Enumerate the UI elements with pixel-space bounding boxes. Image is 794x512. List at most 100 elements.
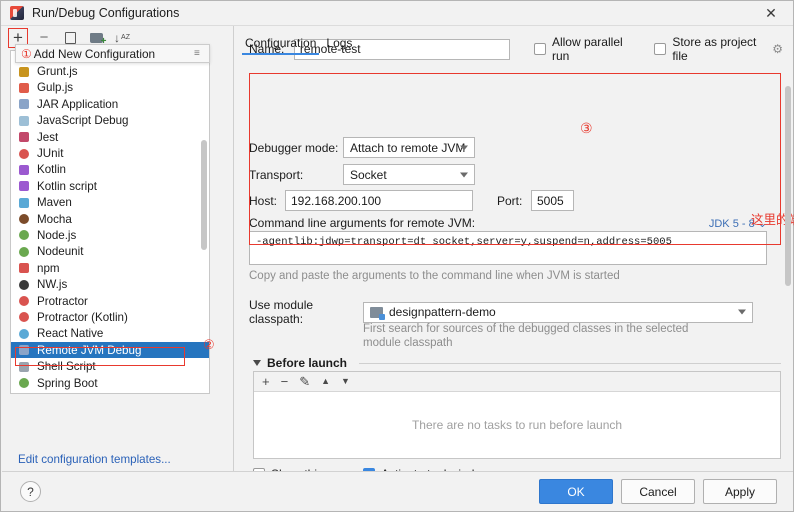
- add-task-button[interactable]: +: [262, 375, 270, 388]
- list-item[interactable]: JUnit: [11, 145, 209, 161]
- list-item[interactable]: React Native: [11, 326, 209, 342]
- protractor-kotlin-icon: [17, 311, 31, 324]
- module-classpath-hint-line1: First search for sources of the debugged…: [363, 323, 688, 335]
- list-item-label: Grunt.js: [37, 65, 78, 78]
- edit-configuration-templates-link[interactable]: Edit configuration templates...: [18, 453, 171, 466]
- list-item[interactable]: Spring Boot: [11, 375, 209, 391]
- tab-configuration[interactable]: Configuration: [245, 36, 316, 55]
- editor-scrollbar-thumb[interactable]: [785, 86, 791, 286]
- chevron-down-icon: [460, 145, 468, 150]
- jest-icon: [17, 131, 31, 144]
- configuration-type-list[interactable]: GroovyGrunt.jsGulp.jsJAR ApplicationJava…: [10, 50, 210, 394]
- module-classpath-value: designpattern-demo: [389, 305, 496, 319]
- list-item[interactable]: Nodeunit: [11, 244, 209, 260]
- list-item[interactable]: Remote JVM Debug: [11, 342, 209, 358]
- allow-parallel-run-checkbox[interactable]: [534, 43, 546, 55]
- module-classpath-select[interactable]: designpattern-demo: [363, 302, 753, 323]
- list-item[interactable]: Jest: [11, 129, 209, 145]
- allow-parallel-run-label: Allow parallel run: [552, 35, 636, 63]
- host-input[interactable]: 192.168.200.100: [285, 190, 473, 211]
- transport-value: Socket: [350, 168, 387, 182]
- debugger-mode-row: Debugger mode: Attach to remote JVM: [249, 137, 475, 158]
- list-item[interactable]: Mocha: [11, 211, 209, 227]
- sidebar-scrollbar-thumb[interactable]: [201, 140, 207, 250]
- move-down-button[interactable]: ▼: [341, 377, 350, 386]
- section-divider: [359, 363, 781, 364]
- before-launch-panel: + − ✎ ▲ ▼ There are no tasks to run befo…: [253, 371, 781, 459]
- list-item[interactable]: Gulp.js: [11, 80, 209, 96]
- before-launch-header: Before launch: [253, 356, 781, 370]
- allow-parallel-run-option[interactable]: Allow parallel run: [534, 35, 636, 63]
- list-item[interactable]: Kotlin: [11, 162, 209, 178]
- run-debug-configurations-dialog: Run/Debug Configurations ✕ + − ↓ AZ Groo…: [0, 0, 794, 512]
- store-as-project-file-option[interactable]: Store as project file ⚙: [654, 35, 783, 63]
- transport-select[interactable]: Socket: [343, 164, 475, 185]
- store-as-project-file-label: Store as project file: [672, 35, 766, 63]
- nodejs-icon: [17, 229, 31, 242]
- port-input[interactable]: 5005: [531, 190, 574, 211]
- configuration-tabs: Configuration Logs: [245, 36, 352, 55]
- close-icon[interactable]: ✕: [749, 1, 793, 26]
- list-item[interactable]: JavaScript Debug: [11, 113, 209, 129]
- list-item[interactable]: Grunt.js: [11, 63, 209, 79]
- list-item-label: Protractor (Kotlin): [37, 311, 128, 324]
- list-item[interactable]: NW.js: [11, 276, 209, 292]
- module-classpath-row: Use module classpath: designpattern-demo: [249, 298, 753, 326]
- gulp-icon: [17, 81, 31, 94]
- editor-scrollbar-track[interactable]: [784, 86, 791, 386]
- list-item[interactable]: Kotlin script: [11, 178, 209, 194]
- transport-label: Transport:: [249, 168, 343, 182]
- list-item-label: React Native: [37, 327, 103, 340]
- ok-button[interactable]: OK: [539, 479, 613, 504]
- command-line-arguments-label: Command line arguments for remote JVM:: [249, 216, 475, 230]
- cancel-button[interactable]: Cancel: [621, 479, 695, 504]
- list-item-label: Nodeunit: [37, 245, 83, 258]
- nodeunit-icon: [17, 245, 31, 258]
- add-new-configuration-popup[interactable]: ① Add New Configuration ≡: [15, 44, 210, 63]
- module-icon: [370, 307, 383, 318]
- tab-logs[interactable]: Logs: [326, 36, 352, 55]
- debugger-mode-value: Attach to remote JVM: [350, 141, 465, 155]
- port-label: Port:: [497, 194, 531, 208]
- window-title: Run/Debug Configurations: [32, 6, 179, 20]
- debugger-mode-select[interactable]: Attach to remote JVM: [343, 137, 475, 158]
- chevron-down-icon: [738, 310, 746, 315]
- list-item-label: JUnit: [37, 147, 63, 160]
- junit-icon: [17, 147, 31, 160]
- list-item[interactable]: JAR Application: [11, 96, 209, 112]
- list-item[interactable]: Protractor (Kotlin): [11, 309, 209, 325]
- gear-icon[interactable]: ⚙: [772, 42, 783, 56]
- host-row: Host: 192.168.200.100 Port: 5005: [249, 190, 574, 211]
- list-item[interactable]: Maven: [11, 195, 209, 211]
- store-as-project-file-checkbox[interactable]: [654, 43, 666, 55]
- list-item[interactable]: Protractor: [11, 293, 209, 309]
- module-classpath-hint-line2: module classpath: [363, 337, 453, 349]
- list-item-label: Mocha: [37, 213, 72, 226]
- annotation-marker-1: ①: [21, 47, 32, 61]
- jdk-version-label: JDK 5 - 8: [709, 218, 755, 230]
- transport-row: Transport: Socket: [249, 164, 475, 185]
- list-item[interactable]: Shell Script: [11, 358, 209, 374]
- remote-jvm-debug-icon: [17, 344, 31, 357]
- move-up-button[interactable]: ▲: [321, 377, 330, 386]
- remove-task-button[interactable]: −: [281, 375, 289, 388]
- footer-buttons: OK Cancel Apply: [539, 479, 777, 504]
- list-item-label: Node.js: [37, 229, 76, 242]
- help-button[interactable]: ?: [20, 481, 41, 502]
- javascript-debug-icon: [17, 114, 31, 127]
- jar-application-icon: [17, 98, 31, 111]
- list-item-label: JavaScript Debug: [37, 114, 129, 127]
- list-item-label: Shell Script: [37, 360, 96, 373]
- maven-icon: [17, 196, 31, 209]
- apply-button[interactable]: Apply: [703, 479, 777, 504]
- resize-grip-icon[interactable]: ≡: [194, 49, 203, 60]
- module-classpath-label: Use module classpath:: [249, 298, 363, 326]
- list-item[interactable]: Node.js: [11, 227, 209, 243]
- shell-script-icon: [17, 360, 31, 373]
- title-bar: Run/Debug Configurations ✕: [1, 1, 793, 26]
- mocha-icon: [17, 213, 31, 226]
- chevron-down-icon[interactable]: [253, 360, 261, 366]
- command-line-arguments-textarea[interactable]: -agentlib:jdwp=transport=dt_socket,serve…: [249, 231, 767, 265]
- edit-task-button[interactable]: ✎: [299, 375, 310, 388]
- list-item[interactable]: npm: [11, 260, 209, 276]
